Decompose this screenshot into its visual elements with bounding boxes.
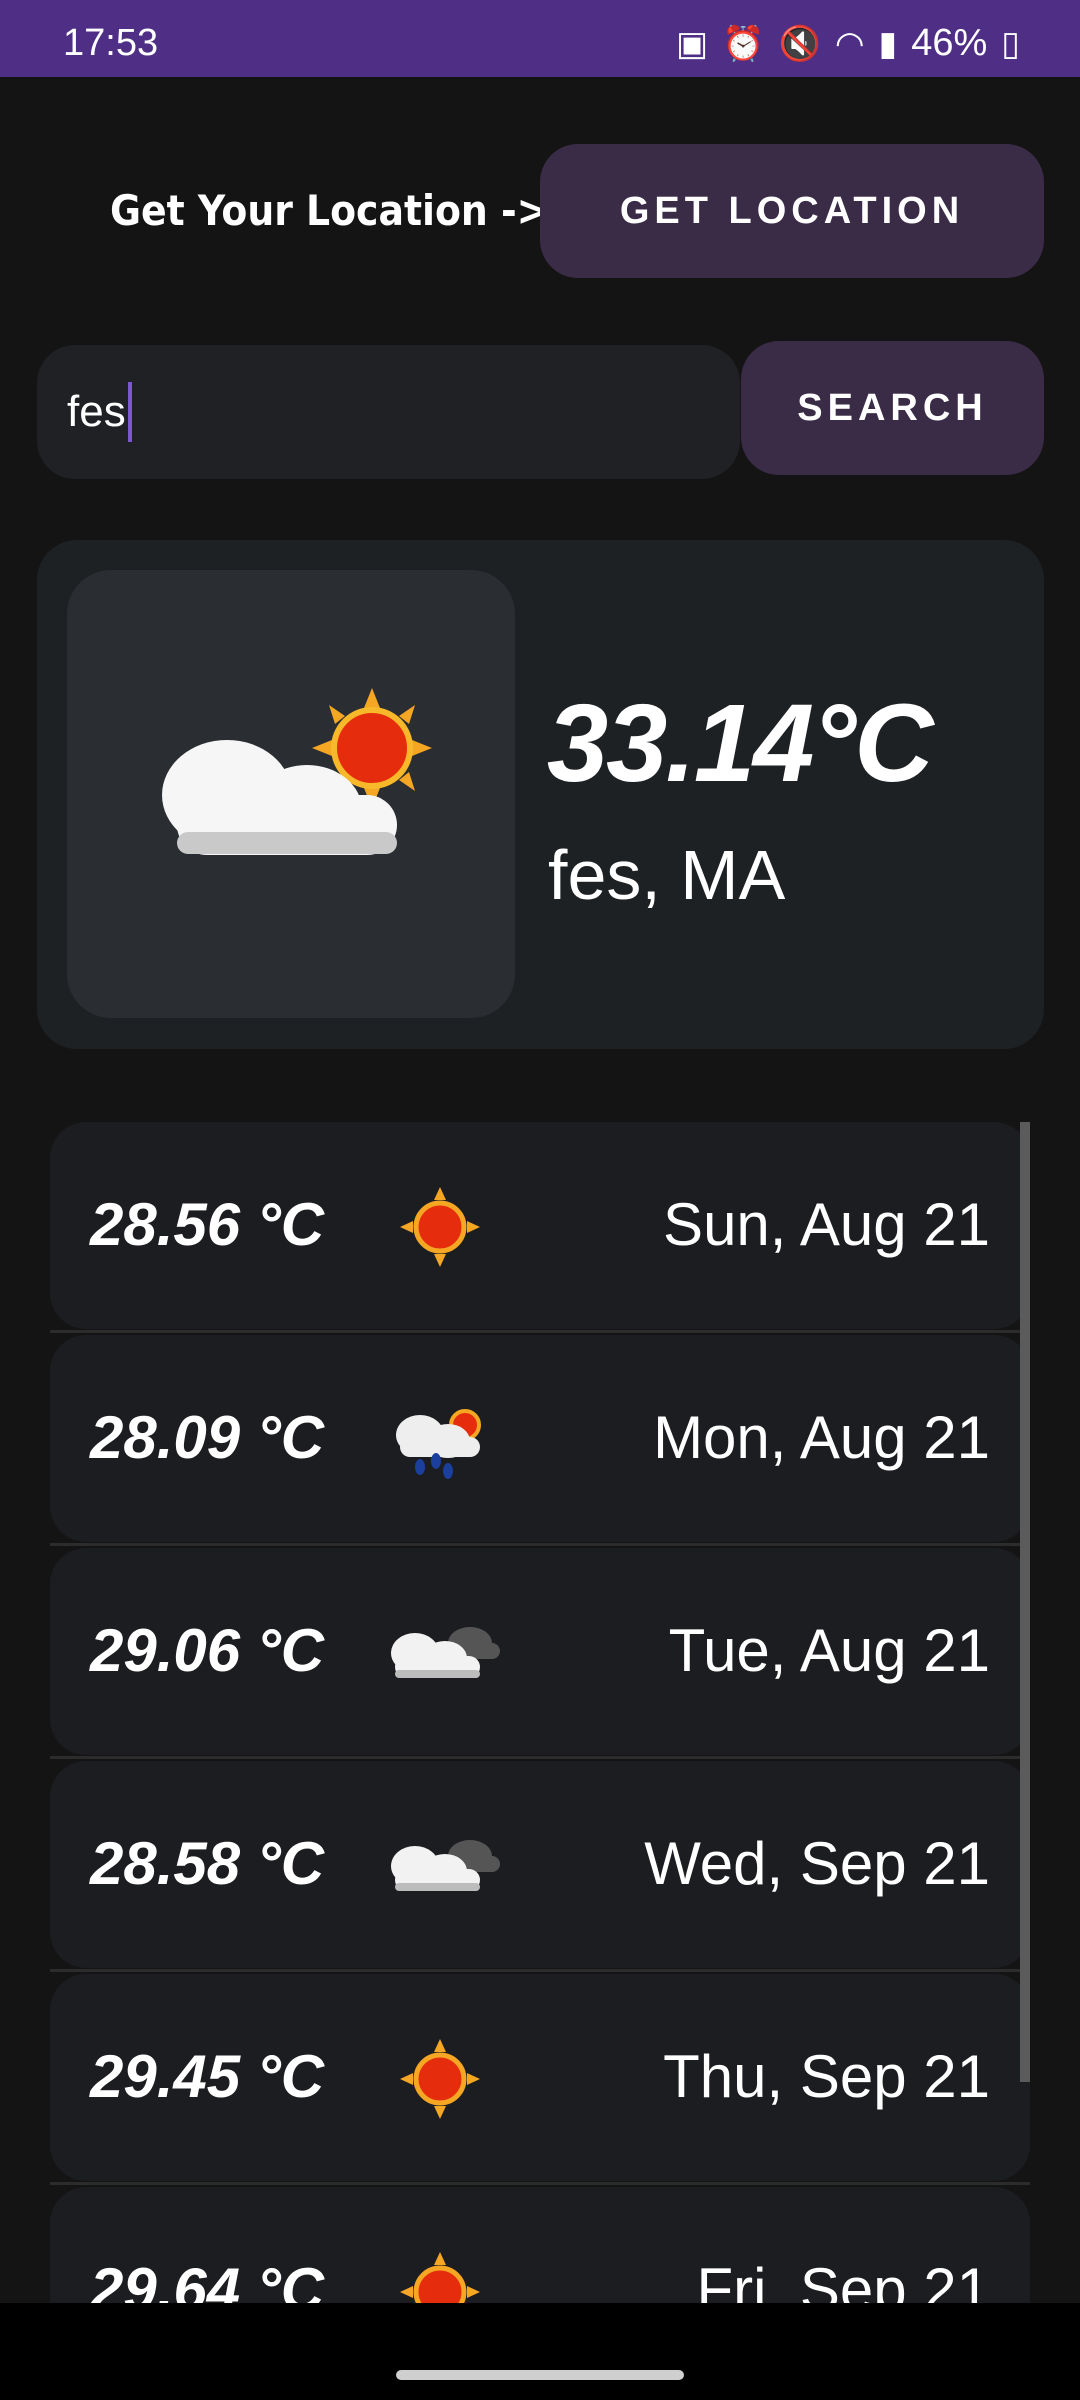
clouds-icon	[391, 1627, 500, 1678]
forecast-row[interactable]: 29.64 °C Fri, Sep 21	[50, 2187, 1030, 2304]
sun-icon	[400, 2039, 480, 2119]
forecast-temperature: 28.09 °C	[90, 1404, 325, 1471]
forecast-row[interactable]: 29.45 °C Thu, Sep 21	[50, 1974, 1030, 2185]
current-city: fes, MA	[548, 836, 786, 914]
search-input[interactable]: fes	[37, 345, 740, 479]
battery-icon: ▯	[1001, 24, 1020, 63]
text-cursor	[127, 382, 132, 442]
forecast-date: Thu, Sep 21	[663, 2043, 990, 2110]
forecast-row[interactable]: 28.09 °C Mon, Aug 21	[50, 1335, 1030, 1546]
mute-icon: 🔇	[778, 24, 821, 63]
forecast-temperature: 28.56 °C	[90, 1191, 325, 1258]
forecast-row[interactable]: 28.58 °C Wed, Sep 21	[50, 1761, 1030, 1972]
current-weather-card: 33.14°C fes, MA	[37, 540, 1044, 1049]
forecast-temperature: 29.06 °C	[90, 1617, 325, 1684]
divider	[50, 1543, 1030, 1546]
location-label: Get Your Location ->	[110, 186, 549, 235]
forecast-row[interactable]: 29.06 °C Tue, Aug 21	[50, 1548, 1030, 1759]
divider	[50, 1969, 1030, 1972]
partly-cloudy-sun-icon	[162, 688, 432, 855]
navigation-bar	[0, 2303, 1080, 2400]
forecast-temperature: 29.45 °C	[90, 2043, 325, 2110]
signal-icon: ▮	[878, 24, 898, 63]
rain-sun-icon	[396, 1409, 481, 1479]
status-time: 17:53	[63, 22, 159, 64]
search-input-value: fes	[67, 387, 126, 436]
battery-percent: 46%	[911, 22, 988, 64]
status-bar: 17:53 ▣ ⏰ 🔇 ◠ ▮ 46% ▯	[0, 0, 1080, 77]
forecast-temperature: 29.64 °C	[90, 2256, 325, 2304]
forecast-date: Sun, Aug 21	[663, 1191, 990, 1258]
status-icons: ▣ ⏰ 🔇 ◠ ▮ 46% ▯	[676, 22, 1020, 65]
search-button[interactable]: SEARCH	[741, 341, 1044, 475]
forecast-row[interactable]: 28.56 °C Sun, Aug 21	[50, 1122, 1030, 1333]
scrollbar[interactable]	[1020, 1122, 1030, 2082]
wifi-icon: ◠	[834, 24, 865, 63]
sun-icon	[400, 1187, 480, 1267]
forecast-date: Tue, Aug 21	[668, 1617, 990, 1684]
current-weather-icon-box	[67, 570, 515, 1018]
forecast-temperature: 28.58 °C	[90, 1830, 325, 1897]
divider	[50, 1330, 1030, 1333]
sun-icon	[400, 2252, 480, 2304]
divider	[50, 2182, 1030, 2185]
forecast-date: Wed, Sep 21	[644, 1830, 990, 1897]
get-location-button[interactable]: GET LOCATION	[540, 144, 1044, 278]
home-gesture-handle[interactable]	[396, 2370, 684, 2380]
divider	[50, 1756, 1030, 1759]
alarm-icon: ⏰	[722, 24, 765, 63]
notification-icon: ▣	[676, 24, 709, 63]
forecast-date: Fri, Sep 21	[696, 2256, 990, 2304]
current-temperature: 33.14°C	[547, 682, 934, 805]
forecast-date: Mon, Aug 21	[653, 1404, 990, 1471]
clouds-icon	[391, 1840, 500, 1891]
forecast-list[interactable]: 28.56 °C Sun, Aug 21 28.09 °C Mon, Aug 2…	[50, 1122, 1030, 2304]
